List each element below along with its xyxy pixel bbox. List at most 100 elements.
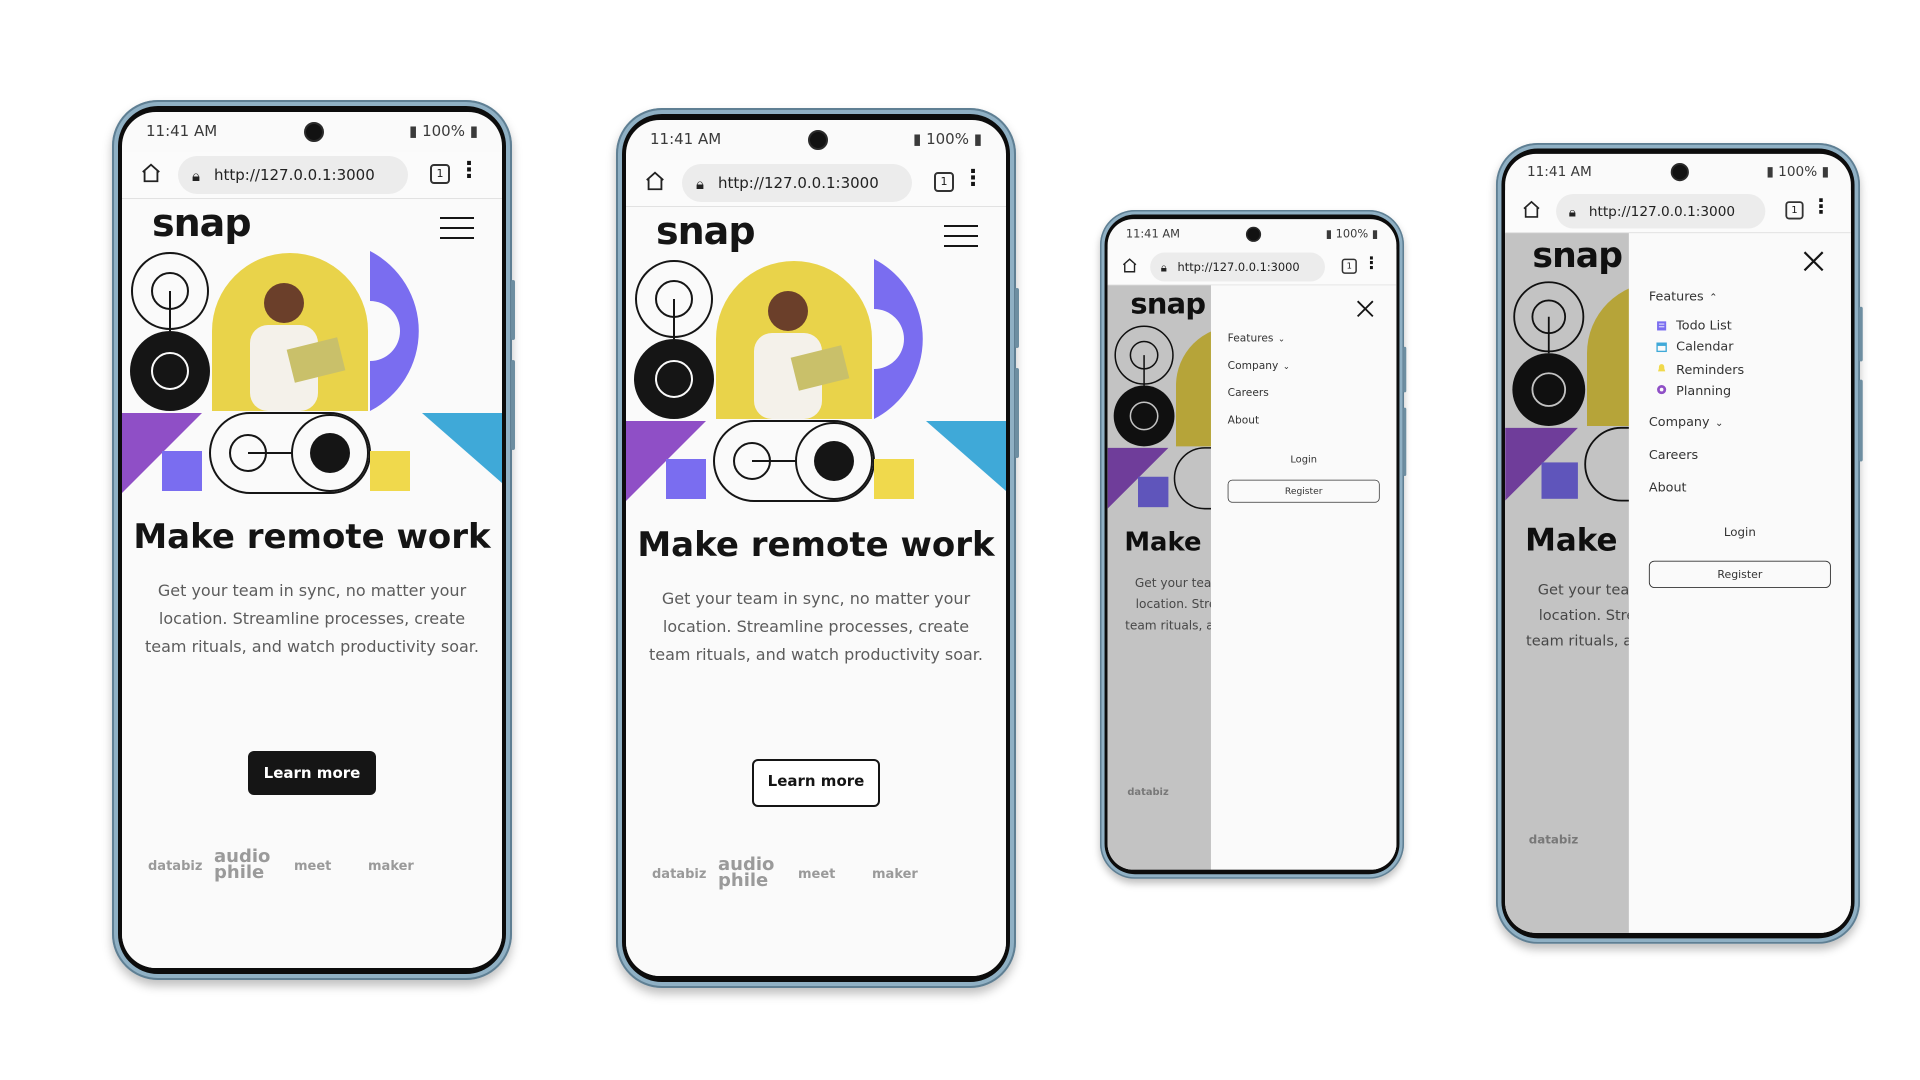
battery-icon: ▮	[1371, 226, 1379, 241]
browser-toolbar: 🔒︎ http://127.0.0.1:3000 1 ⋮	[1505, 190, 1851, 234]
partner-logos: databiz audio phile meet maker	[626, 854, 1006, 897]
more-menu-icon[interactable]: ⋮	[458, 158, 480, 183]
tab-switcher-button[interactable]: 1	[1341, 258, 1357, 274]
nav-item-company[interactable]: Company ⌄	[1228, 360, 1290, 372]
power-button[interactable]	[1859, 379, 1863, 462]
status-time: 11:41 AM	[146, 122, 218, 140]
status-right: ▮ 100% ▮	[1326, 227, 1378, 241]
volume-button[interactable]	[1859, 306, 1863, 362]
status-time: 11:41 AM	[1526, 163, 1592, 180]
phone-mockup-home-outline-cta: 11:41 AM ▮ 100% ▮ 🔒︎ http://127.0.0.1:30…	[616, 108, 1019, 988]
learn-more-button[interactable]: Learn more	[752, 759, 880, 807]
nav-item-about[interactable]: About	[1649, 481, 1687, 496]
nav-item-features[interactable]: Features ⌃	[1649, 290, 1718, 305]
partner-logo-databiz: databiz	[652, 867, 707, 882]
nav-item-label: Features	[1648, 289, 1704, 305]
more-menu-icon[interactable]: ⋮	[962, 166, 984, 191]
address-bar[interactable]: 🔒︎ http://127.0.0.1:3000	[682, 164, 912, 202]
partner-logo-meet: meet	[294, 859, 332, 874]
power-button[interactable]	[1015, 368, 1019, 458]
nav-item-features[interactable]: Features ⌄	[1228, 332, 1285, 344]
web-page: snap Make remote work Get your team in s…	[122, 199, 502, 968]
hamburger-menu-icon[interactable]	[440, 217, 474, 239]
chevron-down-icon: ⌄	[1282, 361, 1290, 372]
register-button[interactable]: Register	[1227, 479, 1380, 503]
site-logo[interactable]: snap	[656, 209, 756, 253]
address-bar[interactable]: 🔒︎ http://127.0.0.1:3000	[1150, 252, 1325, 282]
more-menu-icon[interactable]: ⋮	[1811, 196, 1831, 219]
url-text: http://127.0.0.1:3000	[214, 166, 375, 184]
phone-screen: 11:41 AM ▮ 100% ▮ 🔒︎ http://127.0.0.1:30…	[1505, 153, 1851, 933]
volume-button[interactable]	[1015, 288, 1019, 348]
signal-icon: ▮	[1325, 226, 1333, 241]
status-bar: 11:41 AM ▮ 100% ▮	[1505, 154, 1851, 187]
lock-icon: 🔒︎	[1568, 203, 1577, 221]
power-button[interactable]	[511, 360, 515, 450]
partner-logo-audiophile: audio phile	[718, 854, 775, 891]
phone-screen: 11:41 AM ▮ 100% ▮ 🔒︎ http://127.0.0.1:30…	[122, 112, 502, 968]
chevron-down-icon: ⌄	[1714, 416, 1724, 429]
nav-item-company[interactable]: Company ⌄	[1649, 415, 1723, 430]
login-link[interactable]: Login	[1211, 454, 1396, 465]
phone-screen: 11:41 AM ▮ 100% ▮ 🔒︎ http://127.0.0.1:30…	[1107, 219, 1397, 870]
more-menu-icon[interactable]: ⋮	[1363, 254, 1380, 273]
home-icon[interactable]	[140, 162, 162, 184]
nav-subitem-reminders[interactable]: Reminders	[1676, 363, 1744, 378]
hero-headline: Make remote work	[133, 517, 491, 557]
nav-subitem-planning[interactable]: Planning	[1676, 384, 1731, 399]
volume-button[interactable]	[511, 280, 515, 340]
nav-subitem-calendar[interactable]: Calendar	[1676, 340, 1733, 355]
home-icon[interactable]	[644, 170, 666, 192]
nav-item-label: Features	[1227, 332, 1274, 345]
nav-item-careers[interactable]: Careers	[1649, 448, 1698, 463]
status-time: 11:41 AM	[650, 130, 722, 148]
partner-logo-meet: meet	[798, 867, 836, 882]
learn-more-button[interactable]: Learn more	[248, 751, 376, 795]
hamburger-menu-icon[interactable]	[944, 225, 978, 247]
power-button[interactable]	[1403, 407, 1407, 476]
site-logo[interactable]: snap	[152, 201, 252, 245]
nav-subitem-todo-list[interactable]: Todo List	[1676, 319, 1732, 334]
login-link[interactable]: Login	[1629, 526, 1851, 540]
chevron-down-icon: ⌄	[1277, 333, 1286, 344]
volume-button[interactable]	[1403, 346, 1407, 393]
battery-icon: ▮	[1821, 163, 1830, 180]
battery-level: 100%	[1335, 226, 1369, 241]
tab-switcher-button[interactable]: 1	[1785, 201, 1804, 220]
url-text: http://127.0.0.1:3000	[718, 174, 879, 192]
web-page: snap Make remote work Get your team in s…	[626, 207, 1006, 976]
web-page: snap Make remote work Get your team in s…	[1505, 233, 1851, 933]
web-page: snap Make remote work Get your team in s…	[1107, 285, 1397, 870]
hero-subtext: Get your team in sync, no matter your lo…	[648, 589, 983, 664]
address-bar[interactable]: 🔒︎ http://127.0.0.1:3000	[178, 156, 408, 194]
partner-logos: databiz audio phile meet maker	[122, 848, 502, 889]
front-camera	[808, 130, 828, 150]
home-icon[interactable]	[1521, 199, 1541, 219]
battery-icon: ▮	[973, 130, 982, 148]
tab-switcher-button[interactable]: 1	[430, 164, 450, 184]
nav-item-about[interactable]: About	[1228, 414, 1259, 426]
phone-screen: 11:41 AM ▮ 100% ▮ 🔒︎ http://127.0.0.1:30…	[626, 120, 1006, 976]
lock-icon: 🔒︎	[696, 175, 704, 193]
battery-level: 100%	[422, 122, 465, 140]
partner-logo-maker: maker	[872, 867, 918, 882]
nav-drawer: Features ⌃ Todo List Calendar Reminders P…	[1628, 233, 1851, 933]
status-right: ▮ 100% ▮	[409, 122, 478, 140]
close-icon[interactable]	[1355, 299, 1375, 319]
signal-icon: ▮	[913, 130, 922, 148]
signal-icon: ▮	[409, 122, 418, 140]
hero-illustration	[626, 259, 1006, 502]
todo-icon	[1657, 321, 1667, 331]
close-icon[interactable]	[1802, 249, 1826, 273]
battery-level: 100%	[926, 130, 969, 148]
home-icon[interactable]	[1121, 257, 1138, 274]
address-bar[interactable]: 🔒︎ http://127.0.0.1:3000	[1556, 193, 1766, 229]
nav-drawer: Features ⌄ Company ⌄ Careers About Login R…	[1210, 285, 1397, 870]
status-time: 11:41 AM	[1125, 226, 1180, 241]
nav-item-careers[interactable]: Careers	[1228, 387, 1269, 399]
register-button[interactable]: Register	[1648, 560, 1831, 588]
battery-icon: ▮	[469, 122, 478, 140]
tab-switcher-button[interactable]: 1	[934, 172, 954, 192]
planning-icon	[1657, 385, 1667, 395]
lock-icon: 🔒︎	[1160, 260, 1167, 275]
